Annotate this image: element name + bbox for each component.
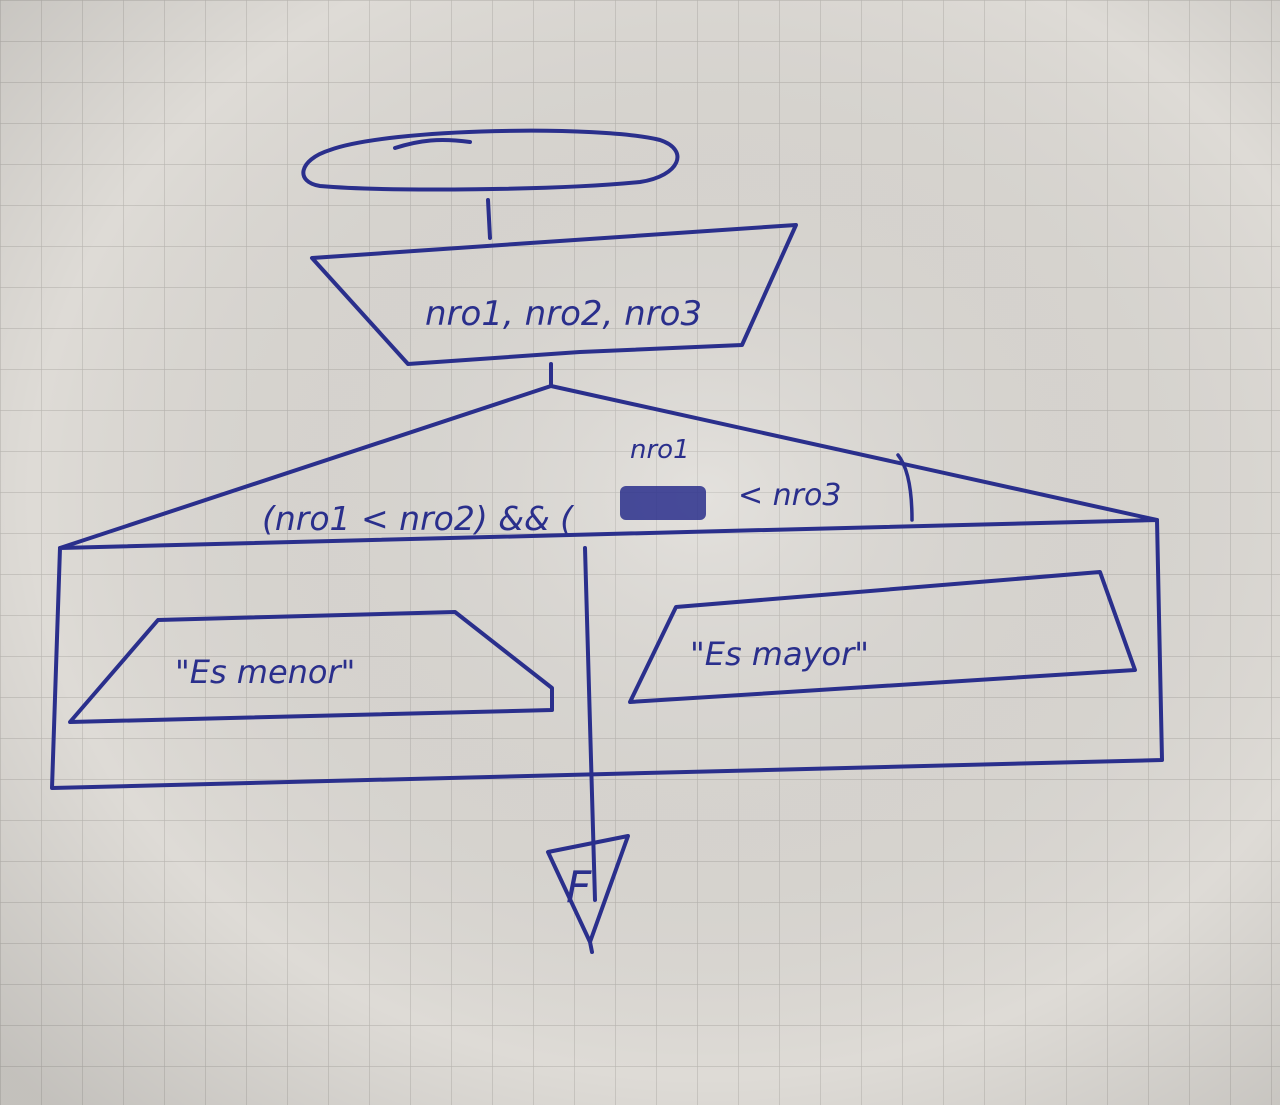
decision-condition: (nro1 < nro2) && ( — [262, 499, 575, 538]
decision-annotation: nro1 — [630, 435, 690, 465]
left-output-text: "Es menor" — [175, 653, 355, 691]
scribbled-out-text — [620, 486, 706, 520]
input-label: nro1, nro2, nro3 — [425, 294, 702, 334]
paper-shading — [0, 0, 1280, 1105]
flowchart-canvas: nro1, nro2, nro3 (nro1 < nro2) && ( nro1… — [0, 0, 1280, 1105]
decision-condition-tail: < nro3 — [738, 478, 841, 513]
flowchart-drawing: nro1, nro2, nro3 (nro1 < nro2) && ( nro1… — [0, 0, 1280, 1105]
right-output-text: "Es mayor" — [690, 635, 869, 673]
connector-start-input — [486, 198, 492, 240]
end-label: F — [566, 862, 592, 913]
